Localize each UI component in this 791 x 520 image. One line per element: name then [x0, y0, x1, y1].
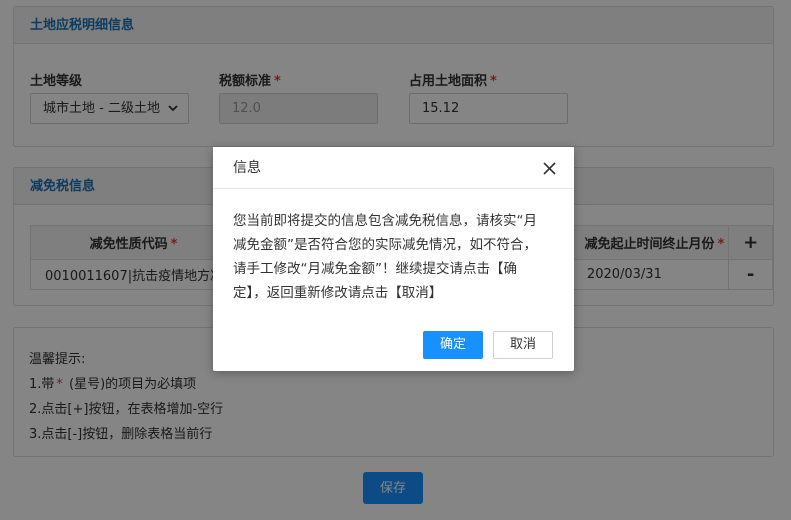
info-dialog: 信息 您当前即将提交的信息包含减免税信息，请核实“月 减免金额”是否符合您的实际…	[213, 147, 574, 371]
close-icon[interactable]	[543, 162, 556, 175]
cancel-button[interactable]: 取消	[493, 331, 553, 359]
dialog-message: 您当前即将提交的信息包含减免税信息，请核实“月 减免金额”是否符合您的实际减免情…	[233, 213, 537, 301]
confirm-button[interactable]: 确定	[423, 331, 483, 359]
dialog-title: 信息	[213, 147, 574, 189]
